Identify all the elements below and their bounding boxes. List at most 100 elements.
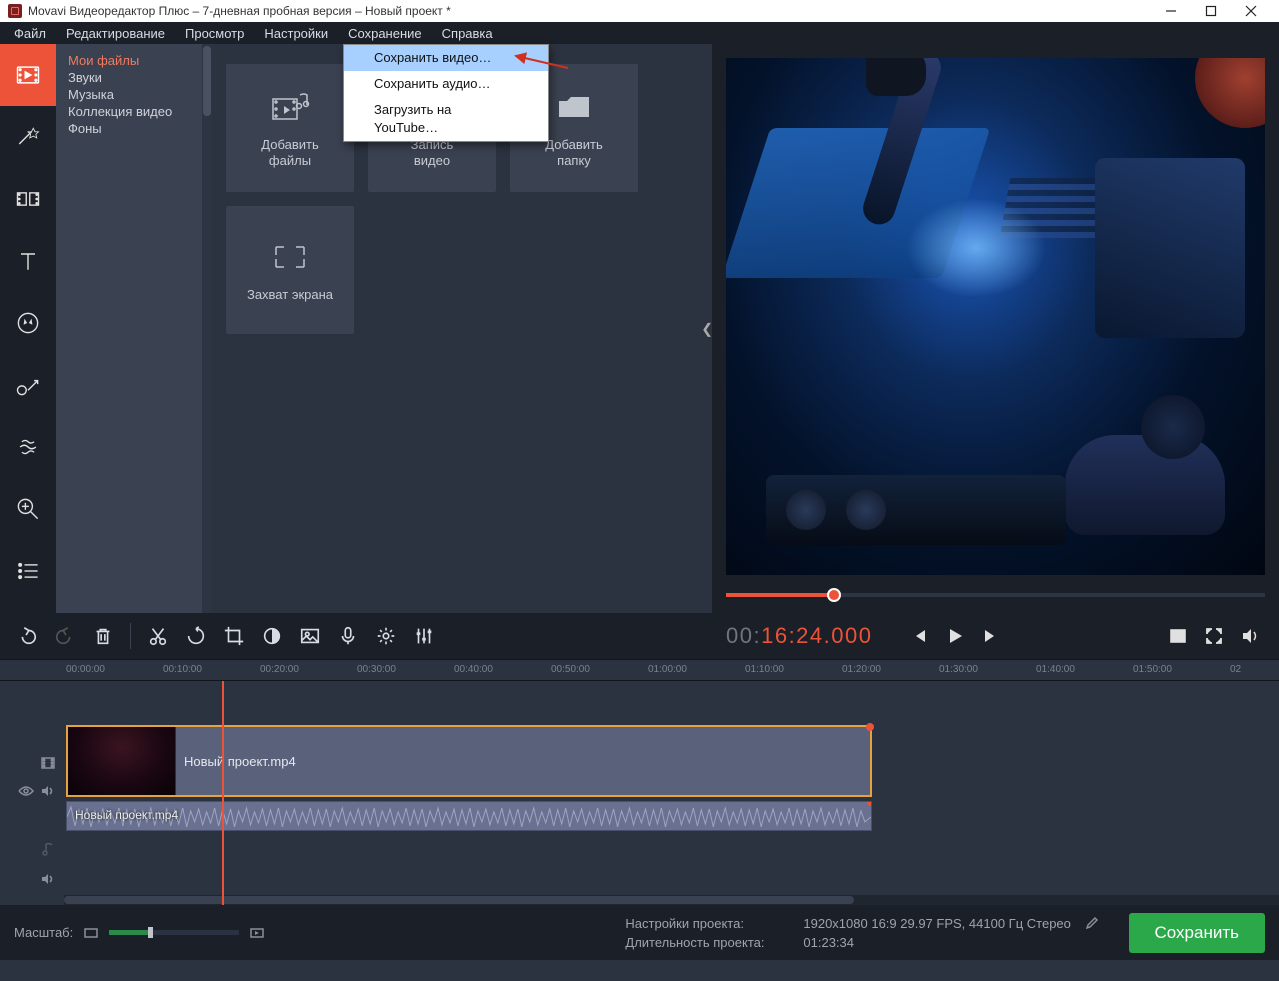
menu-file[interactable]: Файл <box>4 24 56 43</box>
color-button[interactable] <box>255 619 289 653</box>
next-frame-button[interactable] <box>976 621 1006 651</box>
tool-zoom[interactable] <box>0 478 56 540</box>
zoom-fit-button[interactable] <box>249 925 265 941</box>
tool-transitions[interactable] <box>0 168 56 230</box>
source-my-files[interactable]: Мои файлы <box>56 52 212 69</box>
ruler-tick: 00:30:00 <box>357 664 396 675</box>
source-list: Мои файлы Звуки Музыка Коллекция видео Ф… <box>56 44 212 613</box>
ruler-tick: 00:00:00 <box>66 664 105 675</box>
timecode-prefix: 00: <box>726 623 761 649</box>
zoom-label: Масштаб: <box>14 925 73 940</box>
project-settings-label: Настройки проекта: <box>625 916 795 931</box>
video-track-label[interactable] <box>0 753 62 773</box>
ruler-tick: 00:20:00 <box>260 664 299 675</box>
tool-filters[interactable] <box>0 106 56 168</box>
save-button[interactable]: Сохранить <box>1129 913 1265 953</box>
ruler-tick: 01:30:00 <box>939 664 978 675</box>
collapse-panel-button[interactable]: ❮ <box>701 320 713 337</box>
loop-button[interactable] <box>1163 621 1193 651</box>
crop-button[interactable] <box>217 619 251 653</box>
film-icon <box>40 755 56 771</box>
rotate-button[interactable] <box>179 619 213 653</box>
ruler-tick: 00:40:00 <box>454 664 493 675</box>
zoom-out-button[interactable] <box>83 925 99 941</box>
playhead[interactable] <box>222 681 224 905</box>
play-button[interactable] <box>940 621 970 651</box>
tool-import[interactable] <box>0 44 56 106</box>
zoom-slider[interactable] <box>109 930 239 935</box>
screen-capture-icon <box>270 237 310 277</box>
close-button[interactable] <box>1231 0 1271 22</box>
fullscreen-button[interactable] <box>1199 621 1229 651</box>
preview-panel <box>712 44 1279 613</box>
dropdown-upload-youtube[interactable]: Загрузить на YouTube… <box>344 97 548 141</box>
prev-frame-button[interactable] <box>904 621 934 651</box>
video-visibility-toggle[interactable] <box>0 781 62 801</box>
tool-titles[interactable] <box>0 230 56 292</box>
clip-end-handle[interactable] <box>867 801 872 806</box>
speaker-icon <box>40 871 56 887</box>
window-title: Movavi Видеоредактор Плюс – 7-дневная пр… <box>28 4 451 18</box>
delete-button[interactable] <box>86 619 120 653</box>
tile-add-files-label: Добавить файлы <box>261 137 318 170</box>
menu-settings[interactable]: Настройки <box>254 24 338 43</box>
ruler-tick: 01:20:00 <box>842 664 881 675</box>
waveform-icon <box>67 802 871 831</box>
video-clip[interactable]: Новый проект.mp4 <box>66 725 872 797</box>
tool-stickers[interactable] <box>0 292 56 354</box>
track-labels <box>0 681 62 905</box>
tool-animation[interactable] <box>0 416 56 478</box>
video-clip-label: Новый проект.mp4 <box>176 754 296 769</box>
speaker-icon <box>40 783 56 799</box>
source-sounds[interactable]: Звуки <box>56 69 212 86</box>
audio-mute-toggle[interactable] <box>0 869 62 889</box>
maximize-button[interactable] <box>1191 0 1231 22</box>
project-duration-label: Длительность проекта: <box>625 935 795 950</box>
audio-clip-label: Новый проект.mp4 <box>75 808 178 822</box>
tile-add-files[interactable]: Добавить файлы <box>226 64 354 192</box>
timeline-ruler[interactable]: 00:00:00 00:10:00 00:20:00 00:30:00 00:4… <box>0 659 1279 681</box>
app-logo-icon <box>8 4 22 18</box>
project-duration-value: 01:23:34 <box>803 935 1098 950</box>
redo-button[interactable] <box>48 619 82 653</box>
progress-knob-icon[interactable] <box>827 588 841 602</box>
pencil-icon <box>1085 916 1099 930</box>
status-bar: Масштаб: Настройки проекта: 1920x1080 16… <box>0 905 1279 960</box>
folder-icon <box>554 87 594 127</box>
mic-button[interactable] <box>331 619 365 653</box>
video-preview[interactable] <box>726 58 1265 575</box>
source-backgrounds[interactable]: Фоны <box>56 120 212 137</box>
volume-button[interactable] <box>1235 621 1265 651</box>
tool-more[interactable] <box>0 540 56 602</box>
dropdown-save-audio[interactable]: Сохранить аудио… <box>344 71 548 97</box>
film-music-icon <box>270 87 310 127</box>
equalizer-button[interactable] <box>407 619 441 653</box>
ruler-tick: 00:10:00 <box>163 664 202 675</box>
tile-screen-capture[interactable]: Захват экрана <box>226 206 354 334</box>
ruler-tick: 00:50:00 <box>551 664 590 675</box>
tool-rail <box>0 44 56 613</box>
settings-button[interactable] <box>369 619 403 653</box>
menu-view[interactable]: Просмотр <box>175 24 254 43</box>
music-note-icon <box>40 841 56 857</box>
picture-button[interactable] <box>293 619 327 653</box>
timecode-display: 00:16:24.000 <box>726 623 872 649</box>
ruler-tick: 01:50:00 <box>1133 664 1172 675</box>
preview-progress[interactable] <box>726 583 1265 607</box>
source-video-collection[interactable]: Коллекция видео <box>56 103 212 120</box>
timeline-scrollbar[interactable] <box>64 895 1279 905</box>
menu-save[interactable]: Сохранение <box>338 24 432 43</box>
menu-edit[interactable]: Редактирование <box>56 24 175 43</box>
timeline[interactable]: Новый проект.mp4 Новый проект.mp4 <box>0 681 1279 905</box>
clip-end-handle[interactable] <box>866 723 874 731</box>
source-music[interactable]: Музыка <box>56 86 212 103</box>
edit-settings-button[interactable] <box>1085 916 1099 931</box>
tool-callouts[interactable] <box>0 354 56 416</box>
source-scrollbar[interactable] <box>202 44 212 613</box>
menu-help[interactable]: Справка <box>432 24 503 43</box>
minimize-button[interactable] <box>1151 0 1191 22</box>
audio-clip[interactable]: Новый проект.mp4 <box>66 801 872 831</box>
cut-button[interactable] <box>141 619 175 653</box>
undo-button[interactable] <box>10 619 44 653</box>
audio-track-label[interactable] <box>0 839 62 859</box>
